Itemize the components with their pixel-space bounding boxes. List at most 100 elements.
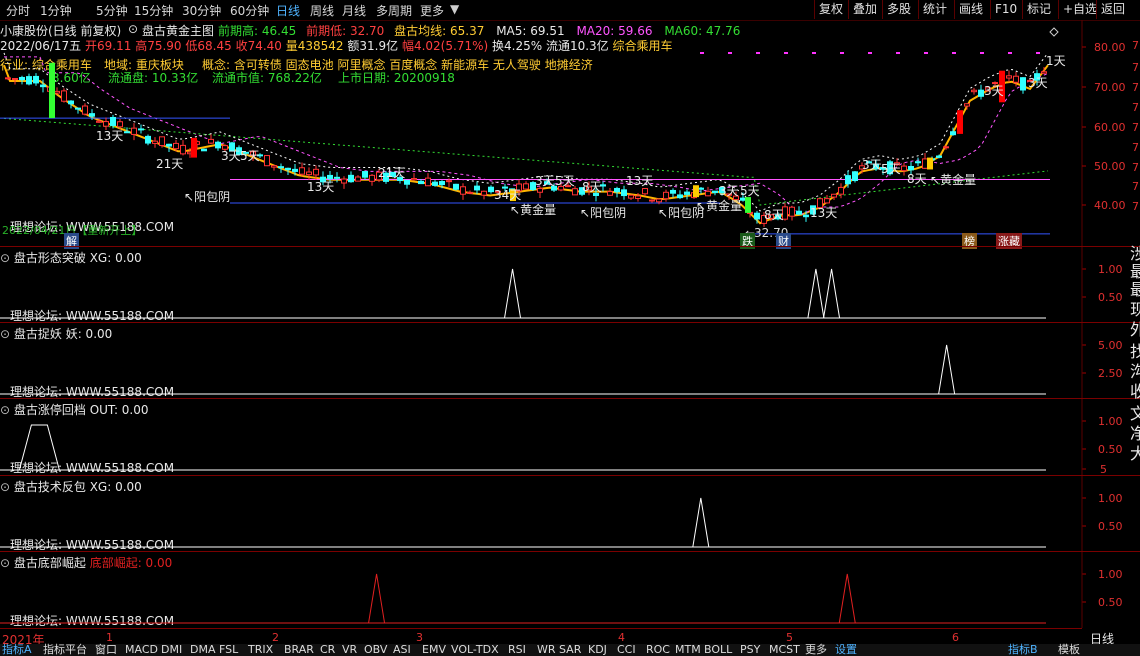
indicator-tab-sar[interactable]: SAR bbox=[559, 644, 581, 656]
y-tick-label: 70.00 bbox=[1094, 81, 1126, 94]
candle-body bbox=[460, 186, 466, 195]
indicator-tab-窗口[interactable]: 窗口 bbox=[95, 644, 117, 656]
candle-body bbox=[712, 190, 718, 194]
signal-spike bbox=[823, 268, 841, 319]
pattern-label: 阳包阴 bbox=[590, 206, 627, 220]
candle-body bbox=[915, 161, 921, 164]
signal-spike bbox=[692, 497, 710, 548]
indicator-panel-3: ⊙ 盘古涨停回档 OUT: 0.00 理想论坛: WWW.55188.COM 1.0… bbox=[0, 398, 1140, 475]
indicator-tab-设置[interactable]: 设置 bbox=[835, 644, 857, 656]
indicator-tab-roc[interactable]: ROC bbox=[646, 644, 670, 656]
candle-body bbox=[26, 76, 32, 85]
candle-body bbox=[628, 194, 634, 199]
indicator-tab-brar[interactable]: BRAR bbox=[284, 644, 314, 656]
signal-candle bbox=[957, 110, 963, 134]
candle-body bbox=[96, 120, 102, 123]
cycle-label-3d: 3天 bbox=[862, 158, 882, 172]
indicator-tab-vr[interactable]: VR bbox=[342, 644, 357, 656]
indicator-tab-fsl[interactable]: FSL bbox=[219, 644, 238, 656]
y-tick-label: 60.00 bbox=[1094, 121, 1126, 134]
indicator-tab-kdj[interactable]: KDJ bbox=[588, 644, 607, 656]
y-tick-label: 1.00 bbox=[1098, 263, 1123, 276]
candle-body bbox=[12, 78, 18, 81]
indicator-tab-psy[interactable]: PSY bbox=[740, 644, 760, 656]
candle-body bbox=[425, 177, 431, 187]
cycle-label-21b: 21天 bbox=[378, 166, 406, 180]
candle-body bbox=[432, 181, 438, 186]
indicator-tab-dma[interactable]: DMA bbox=[190, 644, 216, 656]
candle-body bbox=[341, 178, 347, 184]
cycle-label-13c: 13天 bbox=[626, 174, 654, 188]
signal-dot bbox=[1008, 52, 1012, 54]
candle-body bbox=[481, 190, 487, 196]
candle-body bbox=[971, 89, 977, 93]
signal-dot bbox=[784, 52, 788, 54]
candle-body bbox=[278, 166, 284, 169]
candle-body bbox=[467, 191, 473, 194]
y-minor-label: 7 bbox=[1132, 180, 1139, 193]
signal-candle bbox=[49, 62, 55, 119]
candle-body bbox=[670, 189, 676, 194]
pattern-gold-volume-3: ↖黄金量 bbox=[930, 171, 976, 188]
candle-body bbox=[89, 113, 95, 117]
candle-body bbox=[852, 171, 858, 182]
indicator-tab-rsi[interactable]: RSI bbox=[508, 644, 526, 656]
signal-dot bbox=[812, 52, 816, 54]
candle-body bbox=[523, 183, 529, 190]
candle-body bbox=[978, 89, 984, 97]
indicator-tab-wr[interactable]: WR bbox=[537, 644, 556, 656]
candle-body bbox=[215, 141, 221, 149]
signal-dot bbox=[952, 52, 956, 54]
indicator-tab-asi[interactable]: ASI bbox=[393, 644, 411, 656]
y-tick-label: 2.50 bbox=[1098, 367, 1123, 380]
candle-body bbox=[656, 198, 662, 203]
candle-body bbox=[271, 165, 277, 168]
indicator-tab-mtm[interactable]: MTM bbox=[675, 644, 701, 656]
candle-body bbox=[208, 138, 214, 144]
cycle-label-8a: 8天 bbox=[582, 180, 602, 194]
signal-dot bbox=[756, 52, 760, 54]
pattern-label: 黄金量 bbox=[706, 199, 743, 213]
indicator-tab-boll[interactable]: BOLL bbox=[704, 644, 732, 656]
y-tick-label: 50.00 bbox=[1094, 160, 1126, 173]
candle-body bbox=[166, 143, 172, 147]
y-minor-label: 7 bbox=[1132, 200, 1139, 213]
candle-body bbox=[943, 146, 949, 149]
indicator-tab-dmi[interactable]: DMI bbox=[161, 644, 182, 656]
indicator-tab-更多[interactable]: 更多 bbox=[805, 644, 827, 656]
candle-body bbox=[474, 185, 480, 191]
indicator-panel-2: ⊙ 盘古捉妖 妖: 0.00 理想论坛: WWW.55188.COM 5.00 2.5… bbox=[0, 322, 1140, 399]
indicator-tab-vol-tdx[interactable]: VOL-TDX bbox=[451, 644, 499, 656]
indicator-plot: 1.00 0.50 bbox=[0, 552, 1123, 628]
indicator-tab-right-1[interactable]: 指标B bbox=[1008, 644, 1038, 656]
candle-body bbox=[82, 105, 88, 115]
indicator-tab-指标平台[interactable]: 指标平台 bbox=[43, 644, 87, 656]
signal-dot bbox=[896, 52, 900, 54]
y-tick-label: 1.00 bbox=[1098, 415, 1123, 428]
candle-body bbox=[789, 206, 795, 217]
cycle-label-3b: 3天 bbox=[535, 174, 555, 188]
candlestick-chart[interactable]: 80.0070.0060.0050.0040.00777777777 32.70… bbox=[0, 0, 1140, 246]
candle-body bbox=[264, 155, 270, 167]
candle-body bbox=[131, 127, 137, 135]
candle-body bbox=[54, 90, 60, 94]
candle-body bbox=[145, 135, 151, 144]
indicator-tab-指标a[interactable]: 指标A bbox=[2, 644, 32, 656]
indicator-tab-cr[interactable]: CR bbox=[320, 644, 335, 656]
indicator-tab-trix[interactable]: TRIX bbox=[248, 644, 273, 656]
indicator-tab-emv[interactable]: EMV bbox=[422, 644, 446, 656]
indicator-tab-right-2[interactable]: 模板 bbox=[1058, 644, 1080, 656]
indicator-tab-cci[interactable]: CCI bbox=[617, 644, 636, 656]
signal-dot bbox=[700, 52, 704, 54]
candle-body bbox=[684, 191, 690, 195]
candle-body bbox=[838, 186, 844, 195]
indicator-tab-macd[interactable]: MACD bbox=[125, 644, 158, 656]
candle-body bbox=[642, 188, 648, 195]
indicator-tab-mcst[interactable]: MCST bbox=[769, 644, 800, 656]
indicator-plot: 1.00 0.50 bbox=[0, 476, 1123, 552]
indicator-plot: 1.00 0.50 5 bbox=[0, 399, 1123, 475]
signal-spike bbox=[504, 268, 522, 319]
candle-body bbox=[40, 84, 46, 88]
signal-dot bbox=[1036, 52, 1040, 54]
indicator-tab-obv[interactable]: OBV bbox=[364, 644, 387, 656]
